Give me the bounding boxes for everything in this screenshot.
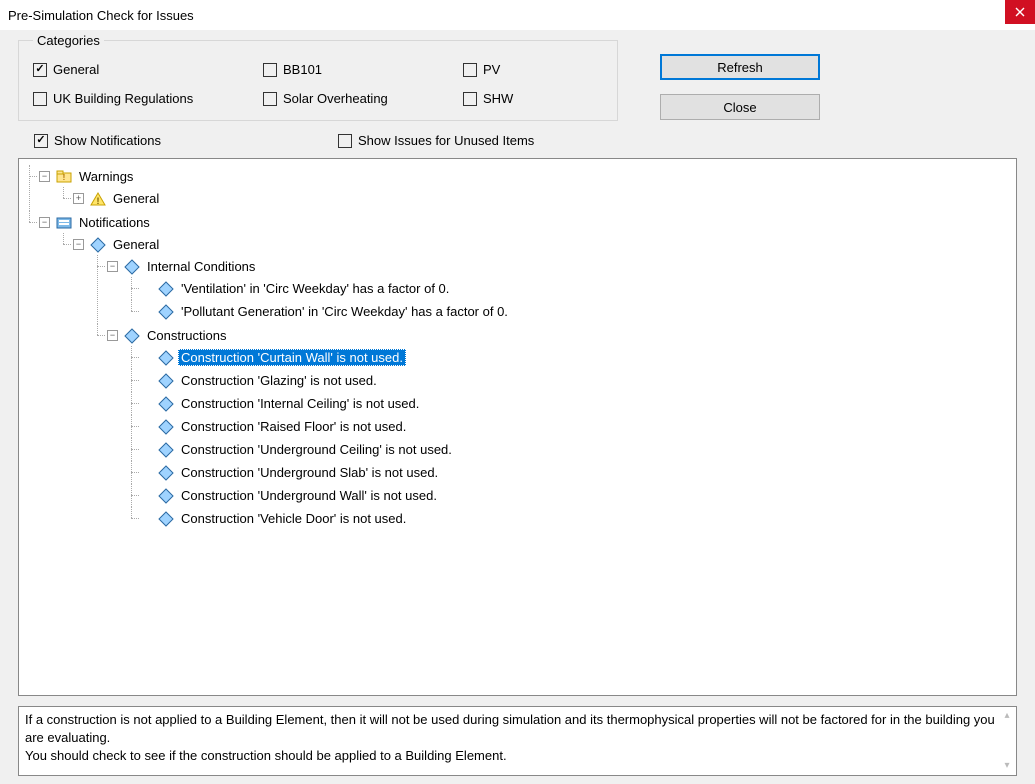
- diamond-icon: [158, 488, 174, 504]
- tree-leaf[interactable]: Construction 'Underground Ceiling' is no…: [125, 438, 1012, 461]
- tree-leaf[interactable]: Construction 'Underground Wall' is not u…: [125, 484, 1012, 507]
- expander-icon[interactable]: −: [39, 217, 50, 228]
- checkbox-box-icon: [263, 92, 277, 106]
- tree-node-constructions[interactable]: − Constructions: [91, 324, 1012, 531]
- details-text: If a construction is not applied to a Bu…: [25, 712, 998, 763]
- checkbox-general[interactable]: General: [33, 62, 263, 77]
- diamond-icon: [158, 350, 174, 366]
- close-button[interactable]: Close: [660, 94, 820, 120]
- tree-label: Warnings: [76, 168, 136, 185]
- checkbox-shw[interactable]: SHW: [463, 91, 613, 106]
- checkbox-label: Show Issues for Unused Items: [358, 133, 534, 148]
- warning-triangle-icon: !: [90, 191, 106, 207]
- checkbox-solar-overheating[interactable]: Solar Overheating: [263, 91, 463, 106]
- diamond-icon: [158, 442, 174, 458]
- tree-node-notifications-general[interactable]: − General: [57, 233, 1012, 532]
- tree-node-internal-conditions[interactable]: − Internal Conditions: [91, 255, 1012, 324]
- titlebar[interactable]: Pre-Simulation Check for Issues: [0, 0, 1035, 30]
- tree-leaf[interactable]: 'Pollutant Generation' in 'Circ Weekday'…: [125, 300, 1012, 323]
- checkbox-box-icon: [33, 92, 47, 106]
- tree-label: 'Ventilation' in 'Circ Weekday' has a fa…: [178, 280, 452, 297]
- tree-label: Construction 'Underground Wall' is not u…: [178, 487, 440, 504]
- tree-label: Construction 'Raised Floor' is not used.: [178, 418, 409, 435]
- diamond-icon: [158, 511, 174, 527]
- tree-label: General: [110, 236, 162, 253]
- diamond-icon: [158, 396, 174, 412]
- expander-icon[interactable]: −: [107, 261, 118, 272]
- refresh-button[interactable]: Refresh: [660, 54, 820, 80]
- tree-leaf[interactable]: Construction 'Glazing' is not used.: [125, 369, 1012, 392]
- tree-node-warnings-general[interactable]: + ! General: [57, 187, 1012, 210]
- checkbox-box-icon: [263, 63, 277, 77]
- checkbox-bb101[interactable]: BB101: [263, 62, 463, 77]
- diamond-icon: [158, 465, 174, 481]
- expander-icon[interactable]: −: [73, 239, 84, 250]
- diamond-icon: [124, 328, 140, 344]
- issues-tree[interactable]: − ! Warnings + !: [18, 158, 1017, 696]
- checkbox-box-icon: [33, 63, 47, 77]
- checkbox-label: PV: [483, 62, 500, 77]
- svg-text:!: !: [97, 196, 100, 206]
- checkbox-box-icon: [34, 134, 48, 148]
- diamond-icon: [158, 419, 174, 435]
- diamond-icon: [158, 304, 174, 320]
- scroll-down-icon[interactable]: ▾: [999, 758, 1015, 774]
- checkbox-label: SHW: [483, 91, 513, 106]
- tree-label: Construction 'Vehicle Door' is not used.: [178, 510, 409, 527]
- svg-text:!: !: [63, 173, 66, 182]
- checkbox-label: Show Notifications: [54, 133, 161, 148]
- checkbox-show-issues-unused[interactable]: Show Issues for Unused Items: [338, 133, 534, 148]
- tree-leaf-selected[interactable]: Construction 'Curtain Wall' is not used.: [125, 346, 1012, 369]
- tree-label: Notifications: [76, 214, 153, 231]
- scrollbar[interactable]: ▴ ▾: [999, 708, 1015, 774]
- tree-label: Construction 'Internal Ceiling' is not u…: [178, 395, 422, 412]
- tree-label: Construction 'Glazing' is not used.: [178, 372, 380, 389]
- checkbox-label: BB101: [283, 62, 322, 77]
- checkbox-box-icon: [463, 92, 477, 106]
- button-label: Close: [723, 100, 756, 115]
- tree-label: 'Pollutant Generation' in 'Circ Weekday'…: [178, 303, 511, 320]
- checkbox-box-icon: [338, 134, 352, 148]
- checkbox-show-notifications[interactable]: Show Notifications: [34, 133, 248, 148]
- tree-node-warnings[interactable]: − ! Warnings + !: [23, 165, 1012, 211]
- tree-label: Construction 'Underground Slab' is not u…: [178, 464, 441, 481]
- content-area: Categories General BB101 PV: [0, 30, 1035, 784]
- tree-label: General: [110, 190, 162, 207]
- checkbox-uk-building-regulations[interactable]: UK Building Regulations: [33, 91, 263, 106]
- categories-legend: Categories: [33, 33, 104, 48]
- tree-label: Constructions: [144, 327, 229, 344]
- scroll-up-icon[interactable]: ▴: [999, 708, 1015, 724]
- notification-folder-icon: [56, 215, 72, 231]
- window-title: Pre-Simulation Check for Issues: [8, 8, 194, 23]
- tree-label: Internal Conditions: [144, 258, 258, 275]
- button-label: Refresh: [717, 60, 763, 75]
- diamond-icon: [90, 237, 106, 253]
- tree-leaf[interactable]: Construction 'Internal Ceiling' is not u…: [125, 392, 1012, 415]
- details-panel: If a construction is not applied to a Bu…: [18, 706, 1017, 776]
- tree-label: Construction 'Underground Ceiling' is no…: [178, 441, 455, 458]
- tree-leaf[interactable]: Construction 'Vehicle Door' is not used.: [125, 507, 1012, 530]
- categories-group: Categories General BB101 PV: [18, 40, 618, 121]
- diamond-icon: [124, 259, 140, 275]
- close-window-button[interactable]: [1005, 0, 1035, 24]
- close-icon: [1015, 7, 1025, 17]
- expander-icon[interactable]: −: [107, 330, 118, 341]
- checkbox-label: General: [53, 62, 99, 77]
- warning-folder-icon: !: [56, 169, 72, 185]
- tree-label: Construction 'Curtain Wall' is not used.: [178, 349, 406, 366]
- checkbox-box-icon: [463, 63, 477, 77]
- tree-leaf[interactable]: Construction 'Underground Slab' is not u…: [125, 461, 1012, 484]
- expander-icon[interactable]: +: [73, 193, 84, 204]
- diamond-icon: [158, 281, 174, 297]
- diamond-icon: [158, 373, 174, 389]
- checkbox-label: UK Building Regulations: [53, 91, 193, 106]
- tree-node-notifications[interactable]: − Notifications −: [23, 211, 1012, 533]
- checkbox-pv[interactable]: PV: [463, 62, 613, 77]
- tree-leaf[interactable]: Construction 'Raised Floor' is not used.: [125, 415, 1012, 438]
- expander-icon[interactable]: −: [39, 171, 50, 182]
- checkbox-label: Solar Overheating: [283, 91, 388, 106]
- tree-leaf[interactable]: 'Ventilation' in 'Circ Weekday' has a fa…: [125, 277, 1012, 300]
